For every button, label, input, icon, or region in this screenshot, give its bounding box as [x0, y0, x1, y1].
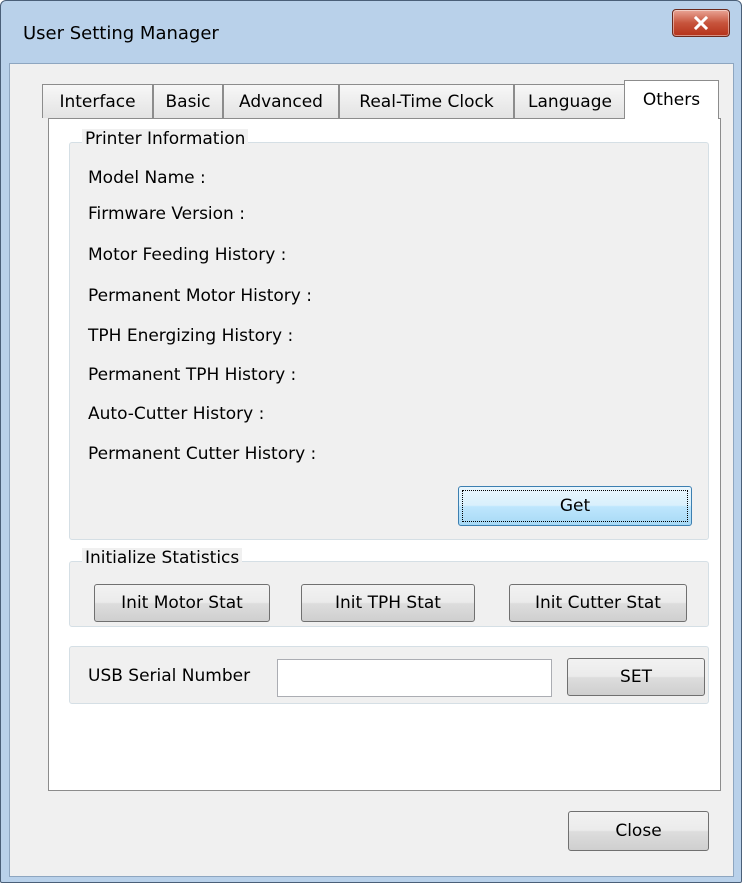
tph-energizing-history-label: TPH Energizing History :: [88, 326, 294, 346]
focus-ring: [462, 490, 688, 522]
tab-label: Interface: [59, 92, 136, 112]
firmware-version-label: Firmware Version :: [88, 204, 245, 224]
tab-interface[interactable]: Interface: [42, 84, 153, 118]
tab-label: Others: [642, 90, 701, 110]
model-name-label: Model Name :: [88, 168, 206, 188]
tab-label: Basic: [165, 92, 211, 112]
get-button[interactable]: Get: [458, 486, 692, 526]
tab-others[interactable]: Others: [624, 80, 719, 119]
printer-information-legend: Printer Information: [82, 129, 249, 149]
initialize-statistics-legend: Initialize Statistics: [82, 548, 243, 568]
tab-language[interactable]: Language: [514, 84, 626, 118]
permanent-motor-history-label: Permanent Motor History :: [88, 286, 312, 306]
close-button[interactable]: Close: [568, 811, 709, 851]
set-button[interactable]: SET: [567, 658, 705, 696]
init-tph-stat-button[interactable]: Init TPH Stat: [301, 584, 475, 622]
usb-serial-number-input[interactable]: [277, 659, 552, 697]
title-bar[interactable]: User Setting Manager: [1, 1, 741, 63]
tab-label: Advanced: [239, 92, 323, 112]
auto-cutter-history-label: Auto-Cutter History :: [88, 404, 265, 424]
close-x-icon: [693, 15, 709, 31]
tab-basic[interactable]: Basic: [153, 84, 223, 118]
window-title: User Setting Manager: [23, 23, 219, 44]
init-motor-stat-button[interactable]: Init Motor Stat: [94, 584, 270, 622]
init-cutter-stat-button[interactable]: Init Cutter Stat: [509, 584, 687, 622]
tab-advanced[interactable]: Advanced: [223, 84, 339, 118]
motor-feeding-history-label: Motor Feeding History :: [88, 245, 287, 265]
tab-label: Language: [528, 92, 612, 112]
tab-label: Real-Time Clock: [359, 92, 494, 112]
permanent-cutter-history-label: Permanent Cutter History :: [88, 444, 317, 464]
permanent-tph-history-label: Permanent TPH History :: [88, 365, 297, 385]
tab-real-time-clock[interactable]: Real-Time Clock: [339, 84, 514, 118]
usb-serial-number-label: USB Serial Number: [88, 666, 251, 686]
window-close-button[interactable]: [672, 9, 730, 37]
